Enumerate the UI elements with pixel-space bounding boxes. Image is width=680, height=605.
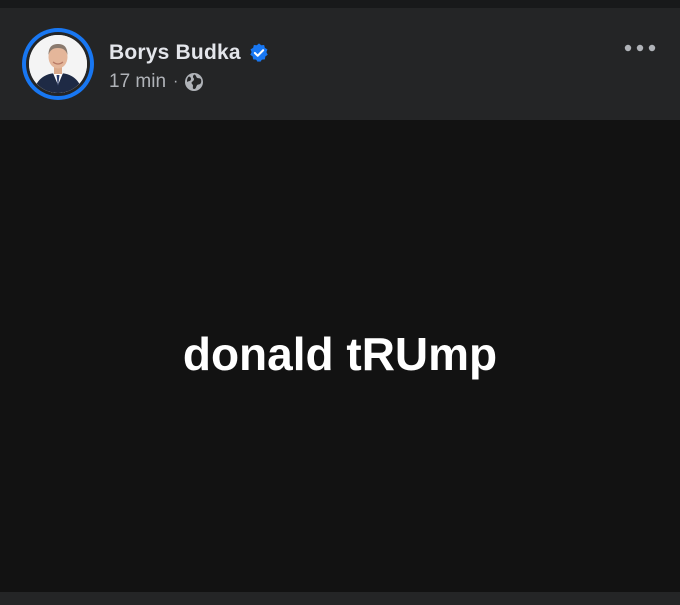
author-avatar[interactable]	[22, 28, 94, 100]
post-text: donald tRUmp	[182, 327, 498, 380]
more-options-icon	[624, 44, 656, 52]
post-meta: 17 min ·	[109, 70, 204, 94]
bottom-divider	[0, 592, 680, 605]
author-name[interactable]: Borys Budka	[109, 41, 241, 65]
more-options-button[interactable]	[620, 36, 660, 60]
post-header: Borys Budka 17 min ·	[0, 8, 680, 120]
post-text-canvas[interactable]: donald tRUmp	[0, 120, 680, 592]
verified-badge-icon	[250, 43, 268, 62]
meta-separator: ·	[173, 73, 179, 90]
top-divider	[0, 0, 680, 8]
post-timestamp[interactable]: 17 min	[109, 71, 166, 93]
author-row: Borys Budka	[109, 38, 270, 68]
avatar-photo	[29, 35, 87, 93]
globe-icon[interactable]	[184, 72, 204, 92]
